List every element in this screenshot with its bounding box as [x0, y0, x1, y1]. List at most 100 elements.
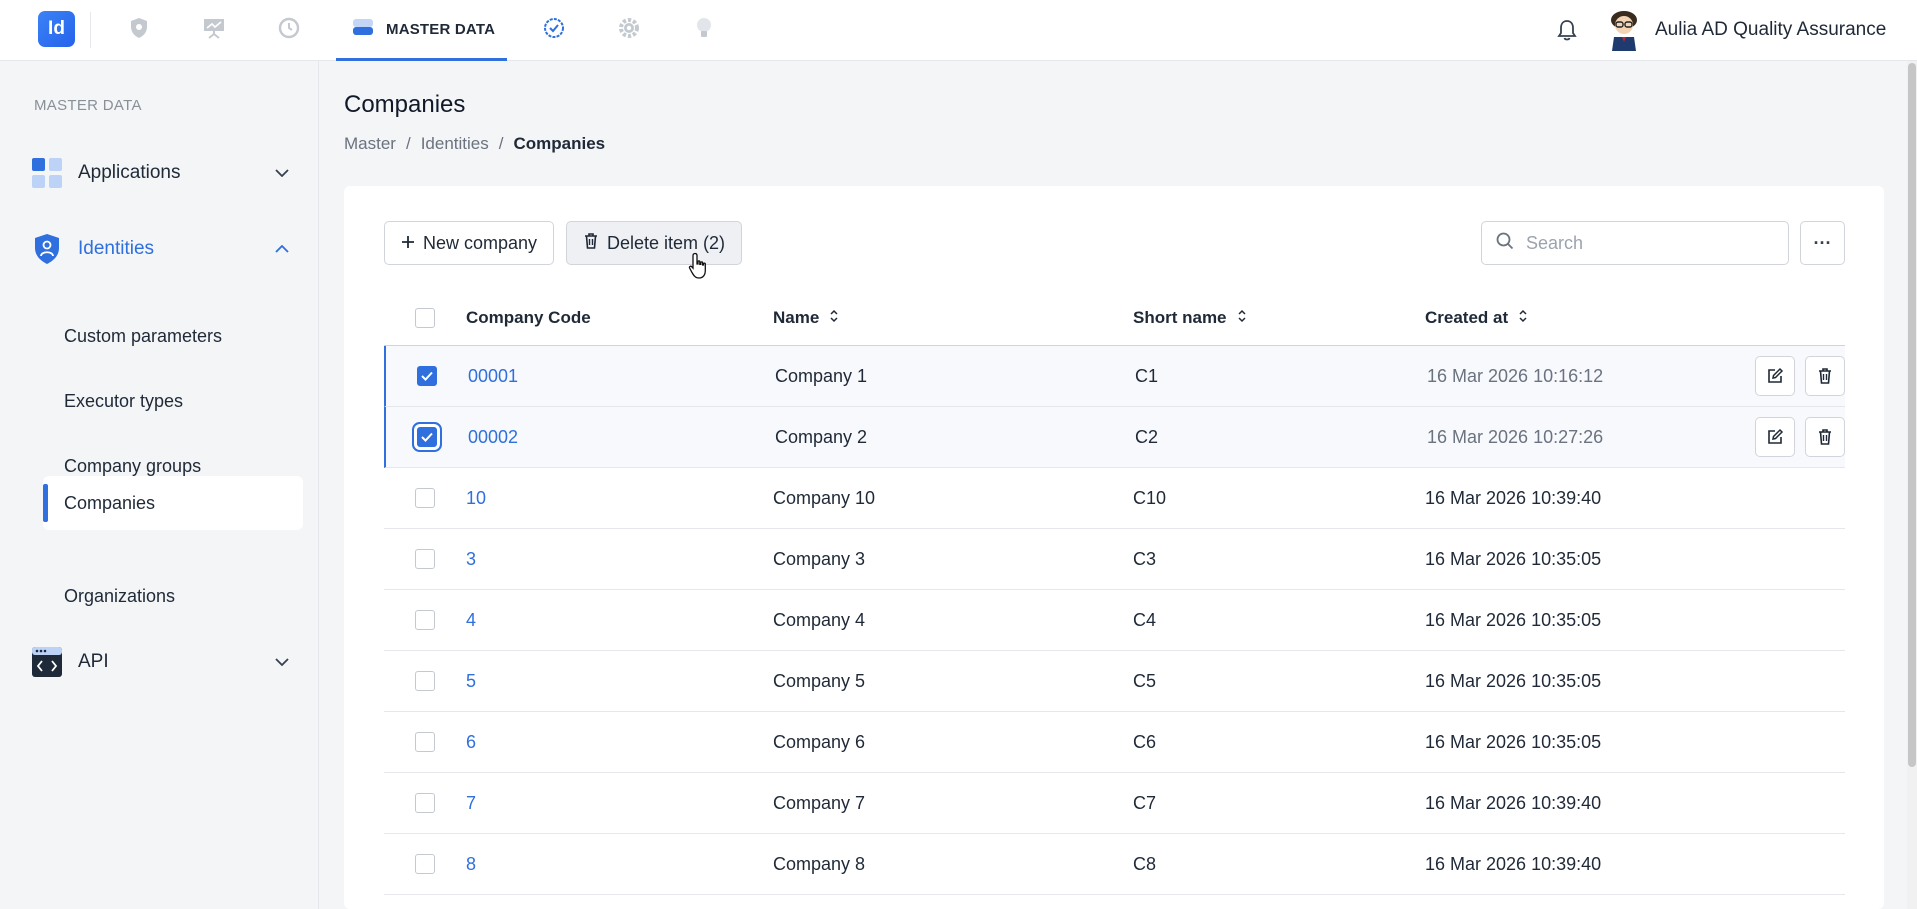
column-header-short-name[interactable]: Short name — [1133, 308, 1425, 328]
created-at-cell: 16 Mar 2026 10:35:05 — [1425, 548, 1602, 569]
short-name-cell: C6 — [1133, 731, 1157, 752]
table-row[interactable]: 10 Company 10 C10 16 Mar 2026 10:39:40 — [384, 468, 1845, 529]
avatar[interactable] — [1604, 9, 1644, 51]
delete-items-button[interactable]: Delete item (2) — [566, 221, 743, 265]
created-at-cell: 16 Mar 2026 10:39:40 — [1425, 853, 1602, 874]
table-row[interactable]: 00002 Company 2 C2 16 Mar 2026 10:27:26 — [384, 407, 1845, 468]
sidebar-heading: MASTER DATA — [34, 97, 142, 114]
divider — [90, 12, 91, 48]
sidebar-group-identities[interactable]: Identities — [30, 226, 300, 272]
more-options-button[interactable]: ··· — [1800, 221, 1845, 265]
sidebar-group-label: API — [78, 651, 109, 672]
trash-icon[interactable] — [1805, 356, 1845, 396]
app-logo[interactable]: Id — [38, 11, 75, 47]
company-code-link[interactable]: 4 — [466, 610, 773, 631]
edit-icon[interactable] — [1755, 356, 1795, 396]
history-icon[interactable] — [275, 14, 303, 42]
search-icon — [1496, 232, 1514, 255]
row-checkbox[interactable] — [415, 488, 435, 508]
company-name-cell: Company 8 — [773, 853, 866, 874]
column-header-label: Company Code — [466, 307, 591, 327]
company-code-link[interactable]: 8 — [466, 854, 773, 875]
row-checkbox[interactable] — [417, 427, 437, 447]
search-input[interactable] — [1526, 232, 1766, 254]
breadcrumb-item[interactable]: Identities — [421, 134, 489, 154]
database-icon — [352, 18, 374, 41]
company-code-link[interactable]: 00002 — [468, 427, 775, 448]
sort-icon[interactable] — [829, 308, 839, 328]
companies-card: New company Delete item (2) ··· Company … — [344, 186, 1884, 909]
breadcrumb-separator: / — [498, 134, 504, 153]
badge-check-icon[interactable] — [540, 14, 568, 42]
page-scrollbar[interactable] — [1907, 61, 1917, 909]
company-name-cell: Company 10 — [773, 487, 876, 508]
row-checkbox[interactable] — [415, 610, 435, 630]
trash-icon[interactable] — [1805, 417, 1845, 457]
shield-icon[interactable] — [125, 14, 153, 42]
short-name-cell: C2 — [1135, 426, 1159, 447]
table-row[interactable]: 4 Company 4 C4 16 Mar 2026 10:35:05 — [384, 590, 1845, 651]
table-row[interactable]: 7 Company 7 C7 16 Mar 2026 10:39:40 — [384, 773, 1845, 834]
short-name-cell: C1 — [1135, 365, 1159, 386]
sidebar-item-organizations[interactable]: Organizations — [43, 569, 303, 623]
company-code-link[interactable]: 00001 — [468, 366, 775, 387]
search-box[interactable] — [1481, 221, 1789, 265]
sidebar-group-api[interactable]: API — [30, 639, 300, 685]
bell-icon[interactable] — [1553, 16, 1581, 44]
short-name-cell: C10 — [1133, 487, 1167, 508]
company-code-link[interactable]: 6 — [466, 732, 773, 753]
select-all-checkbox[interactable] — [415, 307, 435, 328]
logo-text: Id — [48, 18, 65, 39]
table-row[interactable]: 6 Company 6 C6 16 Mar 2026 10:35:05 — [384, 712, 1845, 773]
presentation-icon[interactable] — [200, 14, 228, 42]
row-checkbox[interactable] — [415, 793, 435, 813]
table-row[interactable]: 8 Company 8 C8 16 Mar 2026 10:39:40 — [384, 834, 1845, 895]
sort-icon[interactable] — [1518, 308, 1528, 328]
gear-icon[interactable] — [615, 14, 643, 42]
sidebar-item-executor-types[interactable]: Executor types — [43, 374, 303, 428]
sort-icon[interactable] — [1237, 308, 1247, 328]
row-actions — [1755, 356, 1845, 396]
lightbulb-icon[interactable] — [690, 14, 718, 42]
pointer-cursor-icon — [688, 252, 710, 280]
row-checkbox[interactable] — [415, 854, 435, 874]
sidebar-item-companies[interactable]: Companies — [43, 476, 303, 530]
short-name-cell: C3 — [1133, 548, 1157, 569]
sidebar-item-label: Organizations — [64, 585, 176, 606]
tab-master-data[interactable]: MASTER DATA — [336, 0, 507, 61]
breadcrumb-current: Companies — [513, 134, 606, 153]
created-at-cell: 16 Mar 2026 10:35:05 — [1425, 670, 1602, 691]
page-title: Companies — [344, 91, 466, 118]
scrollbar-thumb[interactable] — [1908, 63, 1916, 767]
created-at-cell: 16 Mar 2026 10:35:05 — [1425, 731, 1602, 752]
table-row[interactable]: 00001 Company 1 C1 16 Mar 2026 10:16:12 — [384, 346, 1845, 407]
column-header-created-at[interactable]: Created at — [1425, 308, 1845, 328]
tab-master-data-label: MASTER DATA — [386, 20, 496, 38]
breadcrumb-item[interactable]: Master — [344, 134, 396, 154]
row-checkbox[interactable] — [417, 366, 437, 386]
company-code-link[interactable]: 10 — [466, 488, 773, 509]
company-name-cell: Company 4 — [773, 609, 866, 630]
plus-icon — [401, 233, 415, 254]
created-at-cell: 16 Mar 2026 10:35:05 — [1425, 609, 1602, 630]
row-checkbox[interactable] — [415, 732, 435, 752]
row-actions — [1755, 417, 1845, 457]
user-name[interactable]: Aulia AD Quality Assurance — [1655, 19, 1886, 41]
sidebar-item-label: Executor types — [64, 390, 184, 411]
company-name-cell: Company 7 — [773, 792, 866, 813]
column-header-label: Short name — [1133, 307, 1227, 327]
row-checkbox[interactable] — [415, 671, 435, 691]
company-code-link[interactable]: 3 — [466, 549, 773, 570]
edit-icon[interactable] — [1755, 417, 1795, 457]
sidebar-group-applications[interactable]: Applications — [30, 150, 300, 196]
row-checkbox[interactable] — [415, 549, 435, 569]
column-header-name[interactable]: Name — [773, 308, 1133, 328]
sidebar-item-custom-parameters[interactable]: Custom parameters — [43, 309, 303, 363]
table-header: Company Code Name Short name Created at — [384, 290, 1845, 346]
new-company-button[interactable]: New company — [384, 221, 555, 265]
table-row[interactable]: 5 Company 5 C5 16 Mar 2026 10:35:05 — [384, 651, 1845, 712]
company-code-link[interactable]: 7 — [466, 793, 773, 814]
company-code-link[interactable]: 5 — [466, 671, 773, 692]
table-row[interactable]: 3 Company 3 C3 16 Mar 2026 10:35:05 — [384, 529, 1845, 590]
short-name-cell: C7 — [1133, 792, 1157, 813]
